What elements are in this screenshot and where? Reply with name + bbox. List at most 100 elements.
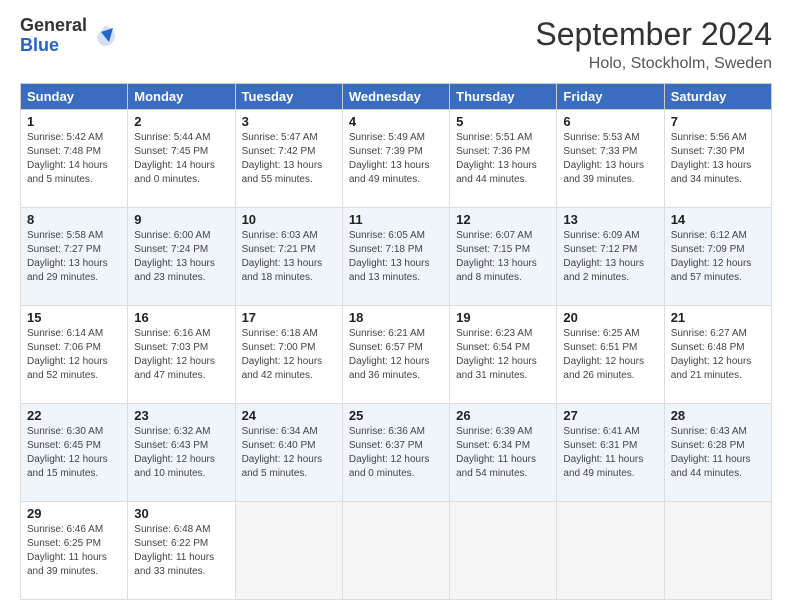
day-number: 15 (27, 310, 121, 325)
day-cell: 8 Sunrise: 5:58 AMSunset: 7:27 PMDaylight… (21, 208, 128, 306)
col-header-thursday: Thursday (450, 84, 557, 110)
day-info: Sunrise: 6:27 AMSunset: 6:48 PMDaylight:… (671, 327, 765, 383)
day-number: 28 (671, 408, 765, 423)
col-header-wednesday: Wednesday (342, 84, 449, 110)
day-number: 14 (671, 212, 765, 227)
day-number: 9 (134, 212, 228, 227)
day-cell: 1Sunrise: 5:42 AMSunset: 7:48 PMDaylight… (21, 110, 128, 208)
day-info: Sunrise: 6:12 AMSunset: 7:09 PMDaylight:… (671, 229, 765, 285)
day-info: Sunrise: 6:30 AMSunset: 6:45 PMDaylight:… (27, 425, 121, 481)
day-number: 19 (456, 310, 550, 325)
day-info: Sunrise: 6:18 AMSunset: 7:00 PMDaylight:… (242, 327, 336, 383)
day-number: 23 (134, 408, 228, 423)
col-header-sunday: Sunday (21, 84, 128, 110)
day-cell: 10Sunrise: 6:03 AMSunset: 7:21 PMDayligh… (235, 208, 342, 306)
day-number: 12 (456, 212, 550, 227)
col-header-tuesday: Tuesday (235, 84, 342, 110)
col-header-saturday: Saturday (664, 84, 771, 110)
day-cell: 6 Sunrise: 5:53 AMSunset: 7:33 PMDaylight… (557, 110, 664, 208)
day-cell: 28 Sunrise: 6:43 AMSunset: 6:28 PMDayligh… (664, 404, 771, 502)
day-cell: 9Sunrise: 6:00 AMSunset: 7:24 PMDaylight… (128, 208, 235, 306)
day-cell: 15 Sunrise: 6:14 AMSunset: 7:06 PMDayligh… (21, 306, 128, 404)
col-header-friday: Friday (557, 84, 664, 110)
day-info: Sunrise: 6:16 AMSunset: 7:03 PMDaylight:… (134, 327, 228, 383)
day-info: Sunrise: 6:03 AMSunset: 7:21 PMDaylight:… (242, 229, 336, 285)
month-title: September 2024 (535, 16, 772, 53)
day-number: 20 (563, 310, 657, 325)
day-info: Sunrise: 6:05 AMSunset: 7:18 PMDaylight:… (349, 229, 443, 285)
location-title: Holo, Stockholm, Sweden (535, 55, 772, 73)
day-number: 25 (349, 408, 443, 423)
day-info: Sunrise: 5:49 AMSunset: 7:39 PMDaylight:… (349, 131, 443, 187)
day-number: 8 (27, 212, 121, 227)
day-cell: 21Sunrise: 6:27 AMSunset: 6:48 PMDayligh… (664, 306, 771, 404)
day-info: Sunrise: 5:56 AMSunset: 7:30 PMDaylight:… (671, 131, 765, 187)
day-info: Sunrise: 6:36 AMSunset: 6:37 PMDaylight:… (349, 425, 443, 481)
day-number: 29 (27, 506, 121, 521)
day-cell: 20 Sunrise: 6:25 AMSunset: 6:51 PMDayligh… (557, 306, 664, 404)
day-cell: 16 Sunrise: 6:16 AMSunset: 7:03 PMDayligh… (128, 306, 235, 404)
day-number: 6 (563, 114, 657, 129)
day-cell: 26 Sunrise: 6:39 AMSunset: 6:34 PMDayligh… (450, 404, 557, 502)
day-info: Sunrise: 6:43 AMSunset: 6:28 PMDaylight:… (671, 425, 765, 481)
day-cell: 2 Sunrise: 5:44 AMSunset: 7:45 PMDaylight… (128, 110, 235, 208)
day-cell: 29Sunrise: 6:46 AMSunset: 6:25 PMDayligh… (21, 502, 128, 600)
day-cell: 22 Sunrise: 6:30 AMSunset: 6:45 PMDayligh… (21, 404, 128, 502)
day-info: Sunrise: 5:53 AMSunset: 7:33 PMDaylight:… (563, 131, 657, 187)
day-cell: 24 Sunrise: 6:34 AMSunset: 6:40 PMDayligh… (235, 404, 342, 502)
day-cell: 17 Sunrise: 6:18 AMSunset: 7:00 PMDayligh… (235, 306, 342, 404)
day-cell: 7 Sunrise: 5:56 AMSunset: 7:30 PMDaylight… (664, 110, 771, 208)
day-info: Sunrise: 5:58 AMSunset: 7:27 PMDaylight:… (27, 229, 121, 285)
week-row-4: 22 Sunrise: 6:30 AMSunset: 6:45 PMDayligh… (21, 404, 772, 502)
day-info: Sunrise: 6:21 AMSunset: 6:57 PMDaylight:… (349, 327, 443, 383)
title-block: September 2024 Holo, Stockholm, Sweden (535, 16, 772, 73)
day-cell: 30Sunrise: 6:48 AMSunset: 6:22 PMDayligh… (128, 502, 235, 600)
day-number: 5 (456, 114, 550, 129)
logo-text: General Blue (20, 16, 87, 56)
calendar-table: SundayMondayTuesdayWednesdayThursdayFrid… (20, 83, 772, 600)
day-cell: 11Sunrise: 6:05 AMSunset: 7:18 PMDayligh… (342, 208, 449, 306)
day-cell (557, 502, 664, 600)
day-number: 4 (349, 114, 443, 129)
day-cell (664, 502, 771, 600)
day-cell: 18Sunrise: 6:21 AMSunset: 6:57 PMDayligh… (342, 306, 449, 404)
day-number: 16 (134, 310, 228, 325)
week-row-3: 15 Sunrise: 6:14 AMSunset: 7:06 PMDayligh… (21, 306, 772, 404)
week-row-5: 29Sunrise: 6:46 AMSunset: 6:25 PMDayligh… (21, 502, 772, 600)
day-number: 30 (134, 506, 228, 521)
day-info: Sunrise: 6:09 AMSunset: 7:12 PMDaylight:… (563, 229, 657, 285)
day-number: 24 (242, 408, 336, 423)
day-info: Sunrise: 6:25 AMSunset: 6:51 PMDaylight:… (563, 327, 657, 383)
day-cell: 13 Sunrise: 6:09 AMSunset: 7:12 PMDayligh… (557, 208, 664, 306)
day-info: Sunrise: 5:51 AMSunset: 7:36 PMDaylight:… (456, 131, 550, 187)
day-info: Sunrise: 6:34 AMSunset: 6:40 PMDaylight:… (242, 425, 336, 481)
day-cell (235, 502, 342, 600)
day-number: 26 (456, 408, 550, 423)
day-number: 22 (27, 408, 121, 423)
page-header: General Blue September 2024 Holo, Stockh… (20, 16, 772, 73)
day-info: Sunrise: 6:14 AMSunset: 7:06 PMDaylight:… (27, 327, 121, 383)
day-cell: 25 Sunrise: 6:36 AMSunset: 6:37 PMDayligh… (342, 404, 449, 502)
day-number: 17 (242, 310, 336, 325)
week-row-2: 8 Sunrise: 5:58 AMSunset: 7:27 PMDaylight… (21, 208, 772, 306)
day-cell: 12Sunrise: 6:07 AMSunset: 7:15 PMDayligh… (450, 208, 557, 306)
day-info: Sunrise: 6:39 AMSunset: 6:34 PMDaylight:… (456, 425, 550, 481)
day-cell (450, 502, 557, 600)
day-cell: 23 Sunrise: 6:32 AMSunset: 6:43 PMDayligh… (128, 404, 235, 502)
day-cell: 14 Sunrise: 6:12 AMSunset: 7:09 PMDayligh… (664, 208, 771, 306)
day-cell (342, 502, 449, 600)
logo: General Blue (20, 16, 119, 56)
day-number: 1 (27, 114, 121, 129)
day-info: Sunrise: 6:32 AMSunset: 6:43 PMDaylight:… (134, 425, 228, 481)
day-cell: 27Sunrise: 6:41 AMSunset: 6:31 PMDayligh… (557, 404, 664, 502)
day-cell: 3Sunrise: 5:47 AMSunset: 7:42 PMDaylight… (235, 110, 342, 208)
day-cell: 19 Sunrise: 6:23 AMSunset: 6:54 PMDayligh… (450, 306, 557, 404)
day-info: Sunrise: 6:41 AMSunset: 6:31 PMDaylight:… (563, 425, 657, 481)
week-row-1: 1Sunrise: 5:42 AMSunset: 7:48 PMDaylight… (21, 110, 772, 208)
day-number: 2 (134, 114, 228, 129)
day-number: 3 (242, 114, 336, 129)
day-info: Sunrise: 5:44 AMSunset: 7:45 PMDaylight:… (134, 131, 228, 187)
day-number: 7 (671, 114, 765, 129)
day-number: 13 (563, 212, 657, 227)
day-info: Sunrise: 6:23 AMSunset: 6:54 PMDaylight:… (456, 327, 550, 383)
